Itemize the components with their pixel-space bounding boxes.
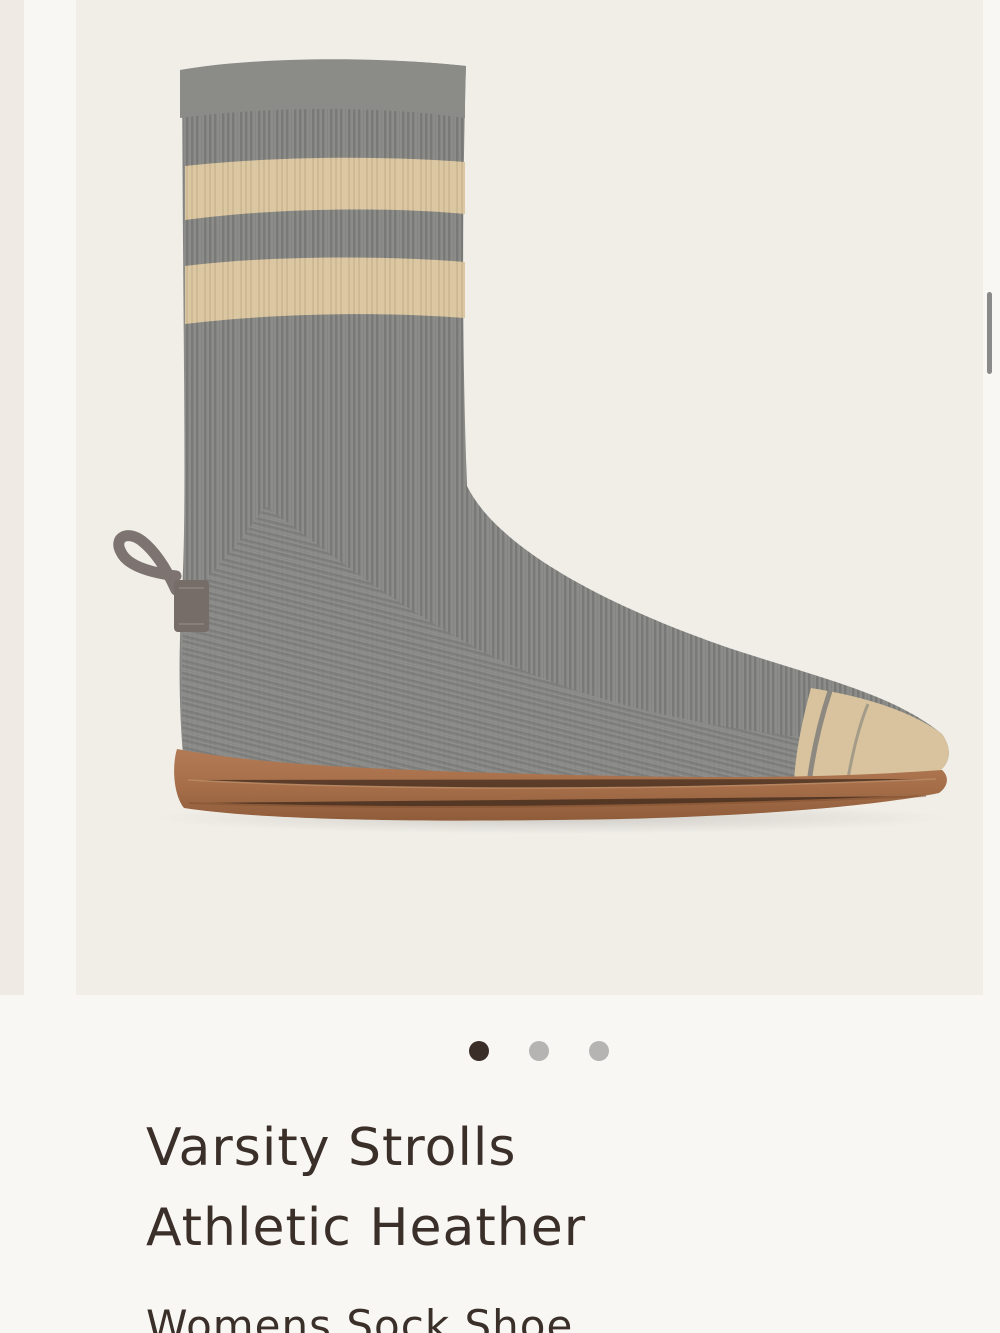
product-image-carousel[interactable] [0, 0, 1000, 995]
product-category: Womens Sock Shoe [146, 1301, 574, 1333]
previous-product-image-slide[interactable] [0, 0, 24, 995]
carousel-pagination [0, 1040, 1000, 1064]
product-title: Varsity Strolls Athletic Heather [146, 1108, 906, 1268]
carousel-right-edge [983, 0, 1000, 995]
carousel-gap [24, 0, 76, 995]
carousel-dot-3[interactable] [589, 1041, 609, 1061]
carousel-dot-2[interactable] [529, 1041, 549, 1061]
vertical-scrollbar[interactable] [987, 292, 992, 374]
product-name-line: Varsity Strolls [146, 1118, 517, 1178]
product-image[interactable] [76, 0, 983, 995]
product-color-line: Athletic Heather [146, 1198, 587, 1258]
carousel-dot-1-active[interactable] [469, 1041, 489, 1061]
product-page: Varsity Strolls Athletic Heather Womens … [0, 0, 1000, 1333]
